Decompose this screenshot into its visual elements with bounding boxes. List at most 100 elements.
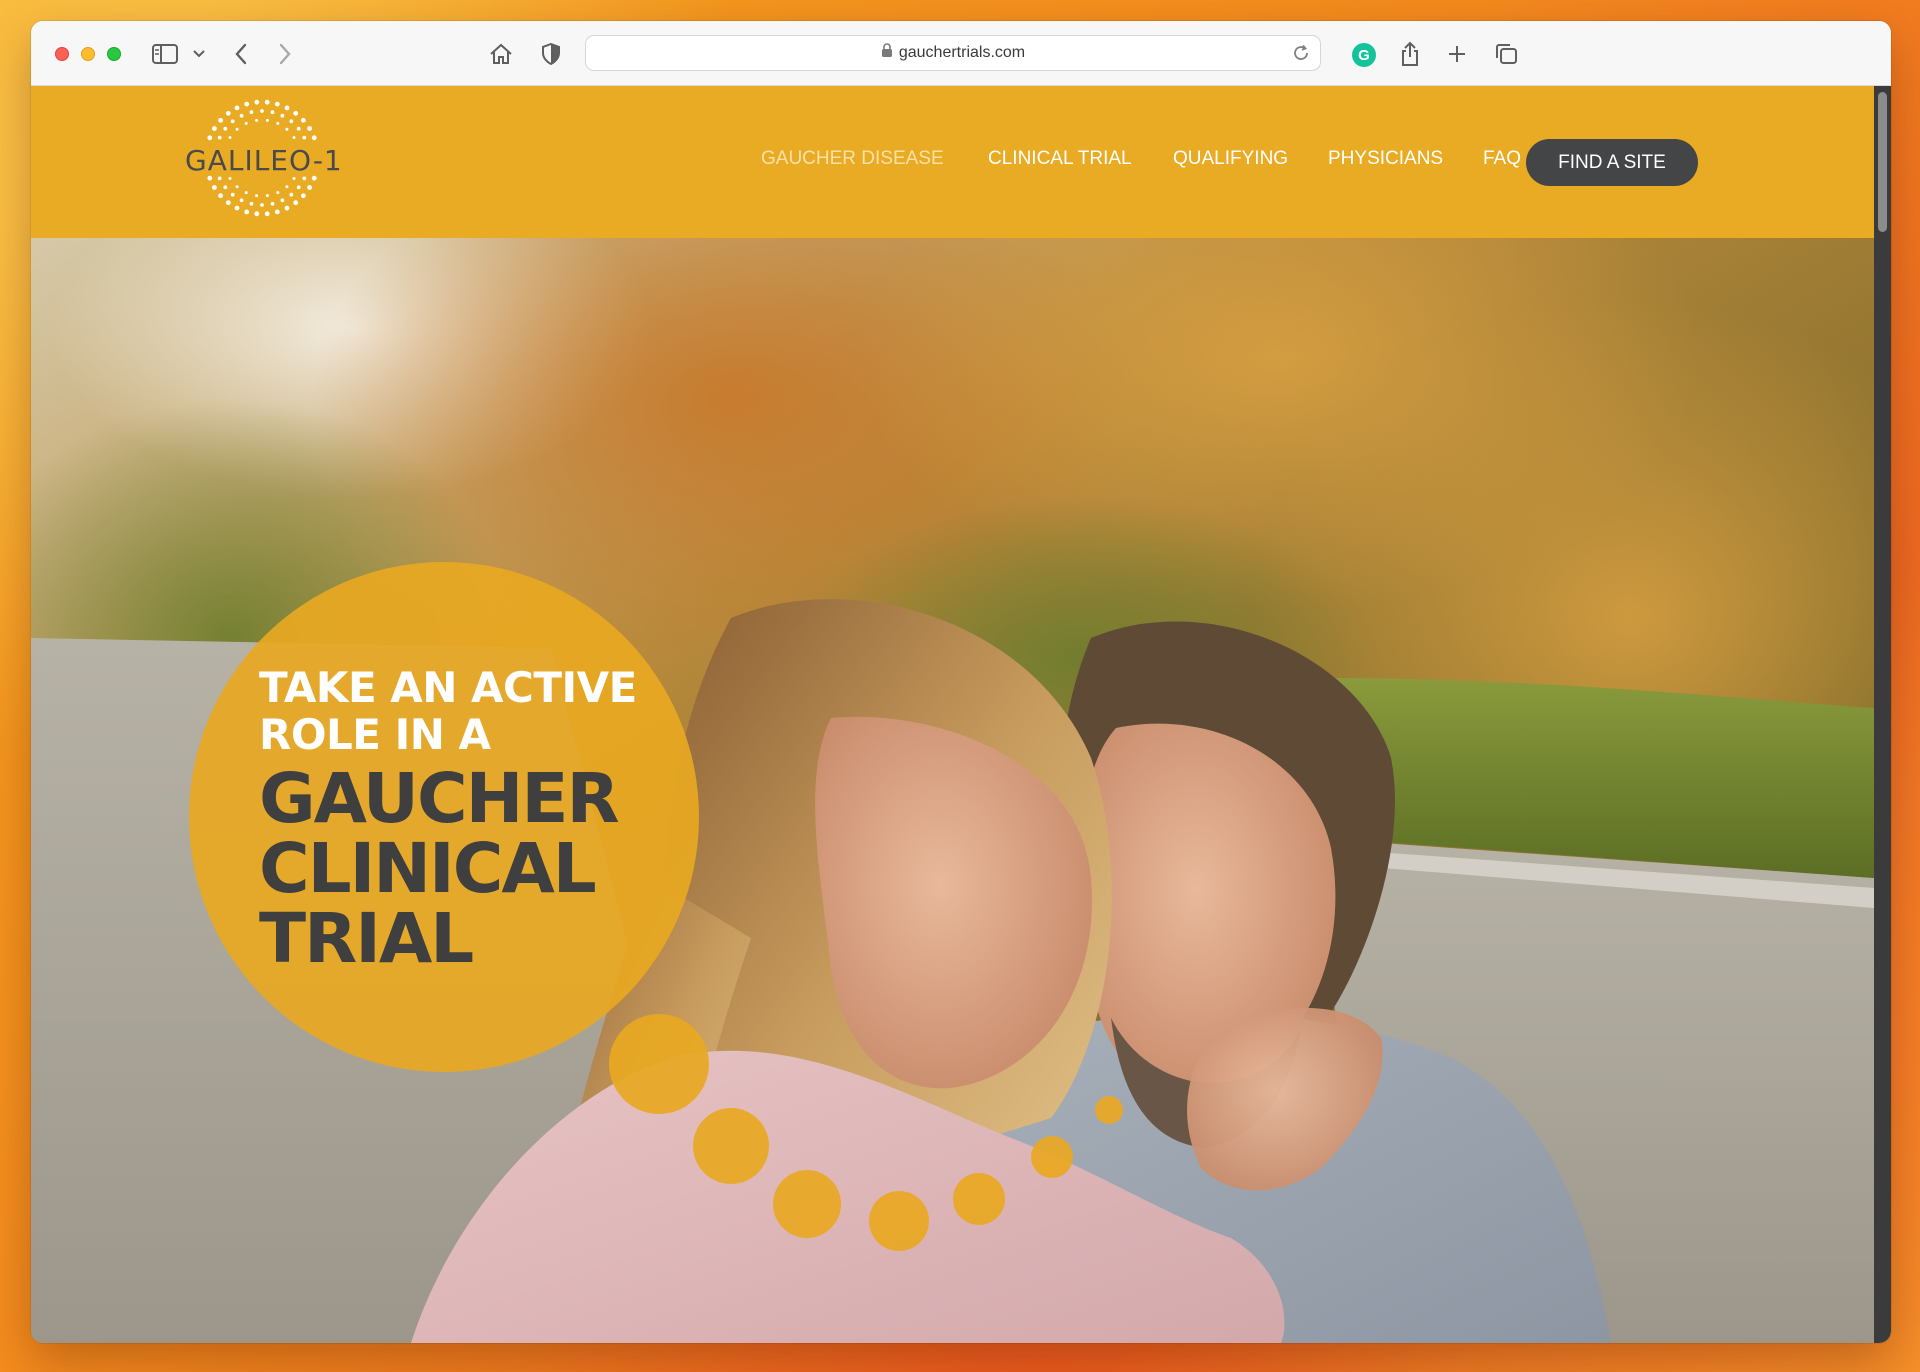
minimize-window-button[interactable] bbox=[81, 47, 95, 61]
logo-dot bbox=[218, 117, 223, 123]
logo-dot bbox=[293, 110, 299, 116]
find-a-site-button[interactable]: FIND A SITE bbox=[1526, 139, 1698, 186]
site-logo[interactable]: GALILEO-1 bbox=[185, 98, 355, 223]
browser-window: gauchertrials.com G GALILEO-1 GAUCHER DI… bbox=[31, 21, 1891, 1343]
logo-dot bbox=[302, 135, 307, 140]
grammarly-extension-icon[interactable]: G bbox=[1352, 43, 1376, 67]
logo-dot bbox=[265, 118, 269, 122]
logo-dot bbox=[235, 185, 239, 189]
forward-arrow-icon[interactable] bbox=[278, 41, 292, 67]
home-icon[interactable] bbox=[489, 41, 513, 67]
logo-dot bbox=[223, 185, 228, 190]
chevron-down-icon[interactable] bbox=[193, 41, 205, 67]
logo-dot bbox=[239, 113, 244, 118]
logo-dot bbox=[276, 191, 280, 195]
logo-dot bbox=[301, 193, 306, 199]
logo-dot bbox=[244, 209, 250, 215]
logo-dot bbox=[280, 198, 285, 203]
logo-dot bbox=[234, 105, 240, 111]
logo-dot bbox=[293, 200, 299, 206]
logo-dot bbox=[296, 126, 301, 131]
logo-dot bbox=[244, 101, 250, 107]
logo-dot bbox=[225, 110, 231, 116]
logo-dot bbox=[289, 119, 294, 124]
logo-dot bbox=[265, 194, 269, 198]
nav-gaucher-disease[interactable]: GAUCHER DISEASE bbox=[761, 148, 944, 170]
logo-dot bbox=[207, 135, 213, 141]
decorative-dot bbox=[773, 1170, 841, 1238]
site-header: GALILEO-1 GAUCHER DISEASE CLINICAL TRIAL… bbox=[31, 86, 1874, 238]
logo-dot bbox=[249, 110, 254, 115]
logo-dot bbox=[235, 127, 239, 131]
nav-qualifying[interactable]: QUALIFYING bbox=[1173, 148, 1288, 170]
headline-line-3: GAUCHER bbox=[259, 759, 620, 839]
logo-dot bbox=[260, 203, 264, 207]
logo-dot bbox=[260, 109, 264, 113]
share-icon[interactable] bbox=[1400, 41, 1420, 67]
nav-faq[interactable]: FAQ bbox=[1483, 148, 1521, 170]
logo-dot bbox=[284, 105, 290, 111]
logo-dot bbox=[212, 126, 217, 131]
logo-dot bbox=[301, 117, 306, 123]
logo-dot bbox=[284, 205, 290, 211]
logo-dot bbox=[230, 119, 235, 124]
logo-dot bbox=[280, 113, 285, 118]
headline-line-5: TRIAL bbox=[259, 899, 474, 979]
logo-dot bbox=[218, 193, 223, 199]
logo-dot bbox=[264, 99, 270, 105]
nav-physicians[interactable]: PHYSICIANS bbox=[1328, 148, 1443, 170]
headline-line-4: CLINICAL bbox=[259, 829, 597, 909]
plus-icon[interactable] bbox=[1447, 41, 1467, 67]
logo-dot bbox=[270, 110, 275, 115]
close-window-button[interactable] bbox=[55, 47, 69, 61]
zoom-window-button[interactable] bbox=[107, 47, 121, 61]
page-scrollbar[interactable] bbox=[1874, 86, 1891, 1343]
logo-dot bbox=[255, 194, 259, 198]
tab-overview-icon[interactable] bbox=[1494, 41, 1518, 67]
logo-dot bbox=[274, 101, 280, 107]
logo-dot bbox=[276, 121, 280, 125]
logo-text: GALILEO-1 bbox=[185, 144, 343, 177]
logo-dot bbox=[223, 126, 228, 131]
logo-dot bbox=[307, 185, 312, 190]
logo-dot bbox=[249, 201, 254, 206]
logo-dot bbox=[270, 201, 275, 206]
decorative-dot bbox=[609, 1014, 709, 1114]
logo-dot bbox=[217, 176, 222, 181]
logo-dot bbox=[307, 126, 312, 131]
sidebar-icon[interactable] bbox=[152, 41, 178, 67]
nav-clinical-trial[interactable]: CLINICAL TRIAL bbox=[988, 148, 1132, 170]
logo-dot bbox=[228, 177, 232, 180]
address-bar[interactable]: gauchertrials.com bbox=[585, 35, 1321, 71]
logo-dot bbox=[239, 198, 244, 203]
shield-icon[interactable] bbox=[541, 41, 561, 67]
browser-toolbar: gauchertrials.com G bbox=[31, 21, 1891, 86]
scrollbar-thumb[interactable] bbox=[1878, 92, 1887, 232]
hero-headline: TAKE AN ACTIVE ROLE IN A GAUCHER CLINICA… bbox=[259, 664, 699, 974]
back-arrow-icon[interactable] bbox=[234, 41, 248, 67]
decorative-dot bbox=[1031, 1136, 1073, 1178]
url-text: gauchertrials.com bbox=[898, 44, 1026, 61]
logo-dot bbox=[244, 121, 248, 125]
logo-dot bbox=[296, 185, 301, 190]
reload-icon[interactable] bbox=[1292, 44, 1310, 67]
logo-dot bbox=[285, 185, 289, 189]
logo-dot bbox=[285, 127, 289, 131]
logo-dot bbox=[234, 205, 240, 211]
lock-icon bbox=[881, 43, 893, 63]
logo-dot bbox=[302, 176, 307, 181]
decorative-dot bbox=[1095, 1096, 1123, 1124]
logo-dot bbox=[217, 135, 222, 140]
logo-dot bbox=[289, 192, 294, 197]
logo-dot bbox=[292, 177, 296, 180]
headline-line-1: TAKE AN ACTIVE bbox=[259, 663, 637, 712]
hero-section: TAKE AN ACTIVE ROLE IN A GAUCHER CLINICA… bbox=[31, 238, 1874, 1343]
logo-dot bbox=[244, 191, 248, 195]
logo-dot bbox=[254, 99, 260, 105]
website-viewport: GALILEO-1 GAUCHER DISEASE CLINICAL TRIAL… bbox=[31, 86, 1874, 1343]
logo-dot bbox=[212, 185, 217, 190]
logo-dot bbox=[228, 136, 232, 139]
logo-dot bbox=[230, 192, 235, 197]
logo-dot bbox=[292, 136, 296, 139]
logo-dot bbox=[264, 211, 270, 217]
